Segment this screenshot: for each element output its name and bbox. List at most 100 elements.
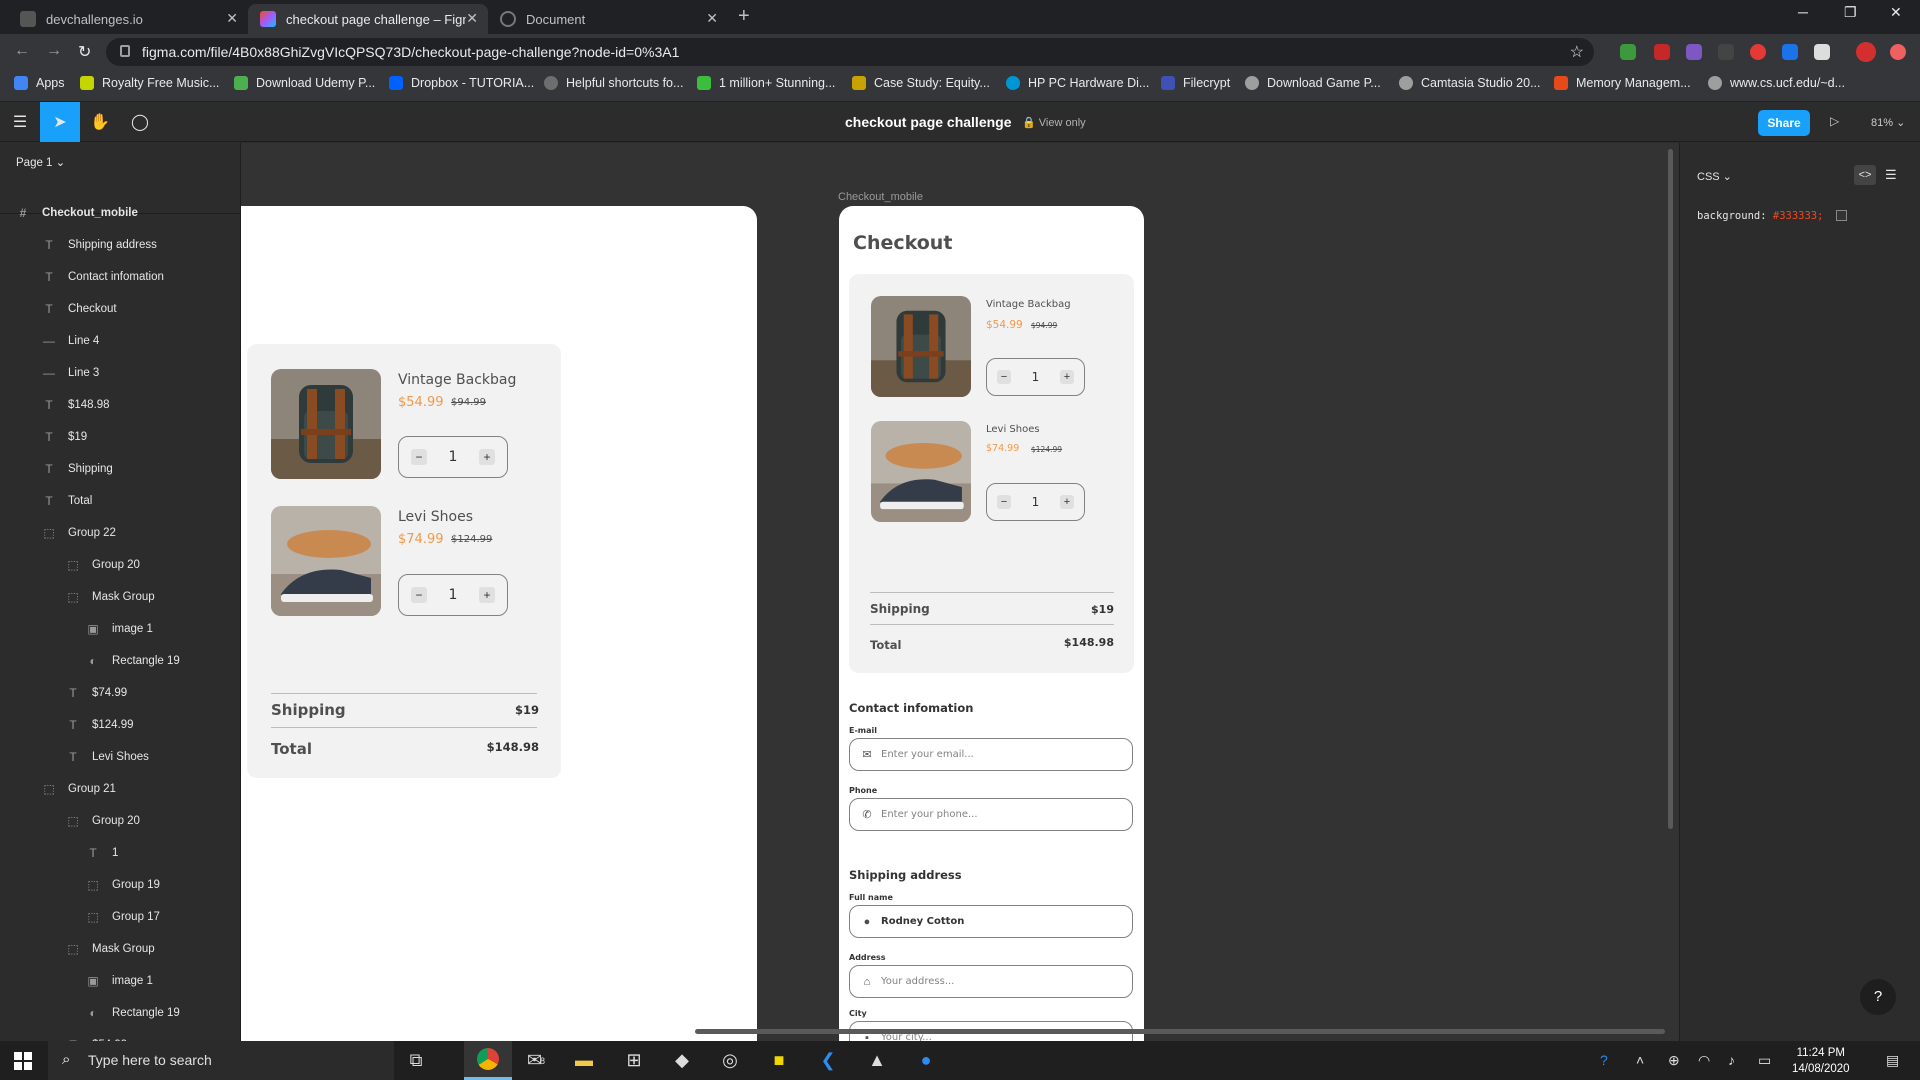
address-field[interactable]: ⌂ Your address... <box>849 965 1133 998</box>
code-view-icon[interactable]: <> <box>1854 165 1876 185</box>
close-tab-icon[interactable]: ✕ <box>466 10 478 27</box>
layer-row[interactable]: T Shipping <box>0 453 240 485</box>
layer-row[interactable]: ▣ image 1 <box>0 965 240 997</box>
layer-row[interactable]: — Line 4 <box>0 325 240 357</box>
bookmark-item[interactable]: Helpful shortcuts fo... <box>544 76 683 90</box>
windows-start-icon[interactable] <box>14 1052 32 1070</box>
layer-row[interactable]: T $124.99 <box>0 709 240 741</box>
quantity-stepper[interactable]: − 1 + <box>986 358 1085 396</box>
comment-tool-icon[interactable]: ◯ <box>120 102 160 142</box>
figma-canvas[interactable]: Vintage Backbag $54.99 $94.99 − 1 + Levi… <box>241 143 1679 1041</box>
sticky-notes-icon[interactable]: ■ <box>755 1041 803 1080</box>
bookmark-item[interactable]: Camtasia Studio 20... <box>1399 76 1541 90</box>
firefox-icon[interactable]: ● <box>902 1041 950 1080</box>
wifi-icon[interactable]: ◠ <box>1698 1052 1710 1069</box>
layer-row[interactable]: ◐ Rectangle 19 <box>0 645 240 677</box>
address-bar[interactable]: figma.com/file/4B0x88GhiZvgVIcQPSQ73D/ch… <box>106 38 1594 66</box>
layer-row[interactable]: — Line 3 <box>0 357 240 389</box>
layer-row[interactable]: ▣ image 1 <box>0 613 240 645</box>
layer-row[interactable]: T $148.98 <box>0 389 240 421</box>
vertical-scrollbar[interactable] <box>1668 149 1673 829</box>
extension-icon[interactable] <box>1686 44 1702 60</box>
zoom-dropdown[interactable]: 81% ⌄ <box>1871 116 1905 129</box>
close-window-icon[interactable]: ✕ <box>1890 4 1902 21</box>
bookmark-item[interactable]: Royalty Free Music... <box>80 76 219 90</box>
move-tool-icon[interactable]: ➤ <box>40 102 80 142</box>
share-button[interactable]: Share <box>1758 110 1810 136</box>
menu-icon[interactable] <box>1890 44 1906 60</box>
layer-row[interactable]: ⬚ Group 20 <box>0 549 240 581</box>
frame-label[interactable]: Checkout_mobile <box>838 191 923 203</box>
network-icon[interactable]: ⊕ <box>1668 1052 1680 1069</box>
layer-row[interactable]: # Checkout_mobile <box>0 197 240 229</box>
forward-icon[interactable]: → <box>46 42 62 60</box>
layer-row[interactable]: T1 <box>0 837 240 869</box>
layer-row[interactable]: ⬚ Group 22 <box>0 517 240 549</box>
notification-icon[interactable]: ▤ <box>1886 1052 1899 1069</box>
extension-icon[interactable] <box>1782 44 1798 60</box>
taskbar-search[interactable]: ⌕ Type here to search <box>48 1041 394 1080</box>
battery-icon[interactable]: ▭ <box>1758 1052 1771 1069</box>
layer-row[interactable]: T Checkout <box>0 293 240 325</box>
system-clock[interactable]: 11:24 PM 14/08/2020 <box>1792 1045 1850 1077</box>
layer-row[interactable]: ⬚ Group 17 <box>0 901 240 933</box>
close-tab-icon[interactable]: ✕ <box>226 10 238 27</box>
extension-icon[interactable] <box>1620 44 1636 60</box>
bookmark-item[interactable]: Memory Managem... <box>1554 76 1691 90</box>
file-title[interactable]: checkout page challenge <box>845 114 1012 130</box>
volume-icon[interactable]: ♪ <box>1728 1052 1735 1068</box>
tab-document[interactable]: Document ✕ <box>488 4 728 34</box>
checkout-mobile-frame[interactable]: Checkout Vintage Backbag $54.99 $94.99 −… <box>839 206 1144 1041</box>
help-button[interactable]: ? <box>1860 979 1896 1015</box>
vscode-icon[interactable]: ❮ <box>804 1041 852 1080</box>
close-tab-icon[interactable]: ✕ <box>706 10 718 27</box>
layer-row[interactable]: ⬚ Group 21 <box>0 773 240 805</box>
email-field[interactable]: ✉ Enter your email... <box>849 738 1133 771</box>
extension-icon[interactable] <box>1654 44 1670 60</box>
minimize-icon[interactable]: ─ <box>1798 4 1808 20</box>
bookmark-item[interactable]: Dropbox - TUTORIA... <box>389 76 534 90</box>
layer-row[interactable]: ⬚ Group 19 <box>0 869 240 901</box>
layer-row[interactable]: T Shipping address <box>0 229 240 261</box>
layer-row[interactable]: ◐ Rectangle 19 <box>0 997 240 1029</box>
horizontal-scrollbar[interactable] <box>695 1029 1665 1034</box>
profile-avatar[interactable] <box>1856 42 1876 62</box>
plus-icon[interactable]: + <box>1060 370 1074 384</box>
layer-row[interactable]: T Levi Shoes <box>0 741 240 773</box>
mail-taskbar-icon[interactable]: ✉ 8 <box>512 1041 560 1080</box>
chevron-up-icon[interactable]: ˄ <box>1636 1052 1644 1068</box>
bookmark-item[interactable]: Download Udemy P... <box>234 76 375 90</box>
extension-icon[interactable] <box>1718 44 1734 60</box>
layer-row[interactable]: T $19 <box>0 421 240 453</box>
plus-icon[interactable]: + <box>479 587 495 603</box>
phone-field[interactable]: ✆ Enter your phone... <box>849 798 1133 831</box>
tab-figma[interactable]: checkout page challenge – Figma ✕ <box>248 4 488 34</box>
list-view-icon[interactable]: ☰ <box>1885 167 1897 183</box>
plus-icon[interactable]: + <box>1060 495 1074 509</box>
extension-icon[interactable] <box>1750 44 1766 60</box>
dropbox-taskbar-icon[interactable]: ◆ <box>658 1041 706 1080</box>
main-menu-icon[interactable]: ☰ <box>0 102 40 142</box>
layer-row[interactable]: T Total <box>0 485 240 517</box>
store-icon[interactable]: ⊞ <box>610 1041 658 1080</box>
layer-row[interactable]: ⬚ Mask Group <box>0 933 240 965</box>
bookmark-item[interactable]: Case Study: Equity... <box>852 76 990 90</box>
layer-row[interactable]: T Contact infomation <box>0 261 240 293</box>
photos-icon[interactable]: ▲ <box>853 1041 901 1080</box>
bookmark-item[interactable]: HP PC Hardware Di... <box>1006 76 1149 90</box>
bookmark-item[interactable]: Filecrypt <box>1161 76 1230 90</box>
reload-icon[interactable]: ↻ <box>78 42 91 62</box>
task-view-icon[interactable]: ⧉ <box>392 1041 440 1080</box>
quantity-stepper[interactable]: − 1 + <box>398 436 508 478</box>
back-icon[interactable]: ← <box>14 42 30 60</box>
help-tray-icon[interactable]: ? <box>1600 1052 1608 1068</box>
media-player-icon[interactable]: ◎ <box>706 1041 754 1080</box>
layer-row[interactable]: ⬚ Group 20 <box>0 805 240 837</box>
tab-devchallenges[interactable]: devchallenges.io ✕ <box>8 4 248 34</box>
bookmark-item[interactable]: 1 million+ Stunning... <box>697 76 835 90</box>
quantity-stepper[interactable]: − 1 + <box>986 483 1085 521</box>
new-tab-icon[interactable]: + <box>738 5 750 28</box>
file-explorer-icon[interactable]: ▬ <box>560 1041 608 1080</box>
quantity-stepper[interactable]: − 1 + <box>398 574 508 616</box>
page-selector[interactable]: Page 1 ⌄ <box>16 155 65 169</box>
